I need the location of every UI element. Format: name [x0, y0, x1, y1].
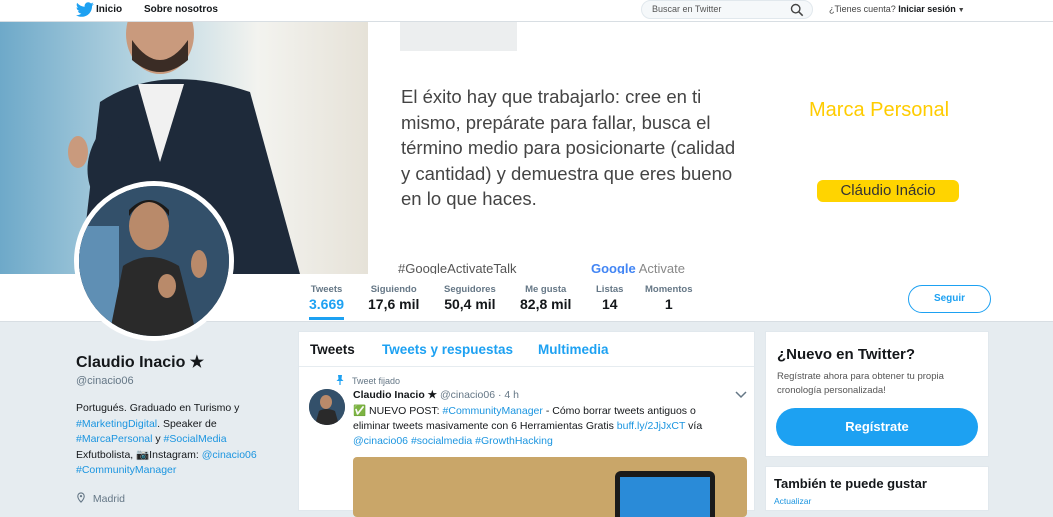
tab-tweets[interactable]: Tweets — [310, 342, 355, 357]
banner-quote: El éxito hay que trabajarlo: cree en ti … — [401, 86, 736, 209]
profile-bio: Portugués. Graduado en Turismo y #Market… — [76, 401, 286, 479]
stat-label: Listas — [596, 284, 624, 295]
stat-followers[interactable]: Seguidores 50,4 mil — [444, 284, 496, 312]
search-icon[interactable] — [790, 3, 804, 17]
nav-home-link[interactable]: Inicio — [96, 4, 122, 15]
stat-lists[interactable]: Listas 14 — [596, 284, 623, 312]
register-button[interactable]: Regístrate — [776, 408, 978, 446]
bio-mention-link[interactable]: @cinacio06 — [202, 449, 257, 461]
search-placeholder: Buscar en Twitter — [652, 4, 722, 14]
top-navigation-bar: Inicio Sobre nosotros Buscar en Twitter … — [0, 0, 1053, 22]
google-word: Google — [591, 261, 636, 274]
tweet-hashtag-link[interactable]: #GrowthHacking — [475, 435, 553, 447]
stat-likes[interactable]: Me gusta 82,8 mil — [520, 284, 571, 312]
brand-title: Marca Personal — [809, 99, 950, 121]
account-prompt: ¿Tienes cuenta? Iniciar sesión ▼ — [829, 4, 965, 14]
follow-button[interactable]: Seguir — [908, 285, 991, 313]
account-question: ¿Tienes cuenta? — [829, 4, 896, 14]
location-pin-icon — [77, 491, 85, 503]
stat-label: Momentos — [645, 284, 693, 295]
signup-card: ¿Nuevo en Twitter? Regístrate ahora para… — [765, 331, 989, 457]
refresh-link[interactable]: Actualizar — [774, 496, 811, 506]
banner-hashtag: #GoogleActivateTalk — [398, 261, 517, 274]
suggestions-card: También te puede gustar Actualizar — [765, 466, 989, 511]
timeline-tabs: Tweets Tweets y respuestas Multimedia — [299, 332, 754, 367]
chevron-down-icon[interactable]: ▼ — [956, 7, 965, 14]
tweet-hashtag-link[interactable]: #socialmedia — [411, 435, 472, 447]
tweet-time[interactable]: · 4 h — [498, 389, 519, 401]
bio-text: y — [152, 433, 164, 445]
location-text: Madrid — [92, 492, 126, 505]
brand-name-badge: Cláudio Inácio — [817, 180, 959, 202]
tweet-avatar-photo — [309, 389, 345, 425]
stat-moments[interactable]: Momentos 1 — [645, 284, 693, 312]
avatar-photo — [79, 186, 229, 336]
tweet-handle[interactable]: @cinacio06 — [440, 389, 495, 401]
profile-avatar[interactable] — [74, 181, 234, 341]
profile-name[interactable]: Claudio Inacio ★ — [76, 352, 286, 372]
bio-hashtag-link[interactable]: #SocialMedia — [164, 433, 227, 445]
bio-hashtag-link[interactable]: #CommunityManager — [76, 464, 176, 476]
bio-hashtag-link[interactable]: #MarketingDigital — [76, 418, 157, 430]
tweet-media-image[interactable] — [353, 457, 747, 517]
stat-value: 82,8 mil — [520, 296, 572, 312]
profile-card: Claudio Inacio ★ @cinacio06 Portugués. G… — [76, 352, 286, 505]
search-input[interactable]: Buscar en Twitter — [641, 0, 813, 19]
tweet-text: ✅ NUEVO POST: #CommunityManager - Cómo b… — [353, 404, 713, 449]
tweet-hashtag-link[interactable]: #CommunityManager — [443, 405, 543, 417]
pinned-label: Tweet fijado — [352, 376, 401, 386]
twitter-bird-icon[interactable] — [75, 2, 95, 18]
stat-value: 17,6 mil — [368, 296, 420, 312]
profile-handle[interactable]: @cinacio06 — [76, 375, 286, 387]
stat-label: Tweets — [310, 284, 343, 295]
activate-word: Activate — [638, 261, 685, 274]
tweet-url-link[interactable]: buff.ly/2JjJxCT — [617, 420, 685, 432]
nav-about-link[interactable]: Sobre nosotros — [144, 4, 218, 15]
banner-logo-block — [400, 22, 517, 51]
pin-icon — [336, 375, 344, 385]
chevron-down-icon[interactable] — [735, 390, 747, 400]
tweet-avatar[interactable] — [309, 389, 345, 425]
stat-label: Seguidores — [444, 284, 496, 295]
stat-value: 3.669 — [309, 296, 345, 312]
stat-label: Me gusta — [525, 284, 567, 295]
google-activate-logo: Google Activate — [591, 261, 685, 274]
tweet-mention-link[interactable]: @cinacio06 — [353, 435, 408, 447]
suggestions-title: También te puede gustar — [774, 476, 927, 491]
tab-tweets-replies[interactable]: Tweets y respuestas — [382, 342, 513, 357]
stat-value: 50,4 mil — [444, 296, 496, 312]
stat-following[interactable]: Siguiendo 17,6 mil — [368, 284, 419, 312]
bio-hashtag-link[interactable]: #MarcaPersonal — [76, 433, 152, 445]
bio-text: . Speaker de — [157, 417, 217, 430]
tweet-author[interactable]: Claudio Inacio ★ — [353, 389, 437, 401]
stat-value: 1 — [664, 296, 673, 312]
stat-tweets[interactable]: Tweets 3.669 — [309, 284, 345, 320]
stat-label: Siguiendo — [370, 284, 417, 295]
bio-text: Exfutbolista, 📷Instagram: — [76, 448, 202, 461]
timeline-panel: Tweets Tweets y respuestas Multimedia Tw… — [298, 331, 755, 517]
signup-title: ¿Nuevo en Twitter? — [777, 346, 916, 363]
phone-illustration — [615, 471, 715, 517]
bio-text: Portugués. Graduado en Turismo y — [76, 402, 240, 414]
stat-value: 14 — [601, 296, 618, 312]
tweet-header: Claudio Inacio ★ @cinacio06 · 4 h — [353, 389, 519, 401]
profile-location: Madrid — [76, 491, 286, 505]
tweet-text-part: vía — [685, 420, 703, 432]
tweet-text-part: ✅ NUEVO POST: — [353, 405, 443, 417]
tab-media[interactable]: Multimedia — [538, 342, 609, 357]
login-dropdown[interactable]: Iniciar sesión — [898, 4, 956, 14]
signup-text: Regístrate ahora para obtener tu propia … — [777, 371, 944, 396]
